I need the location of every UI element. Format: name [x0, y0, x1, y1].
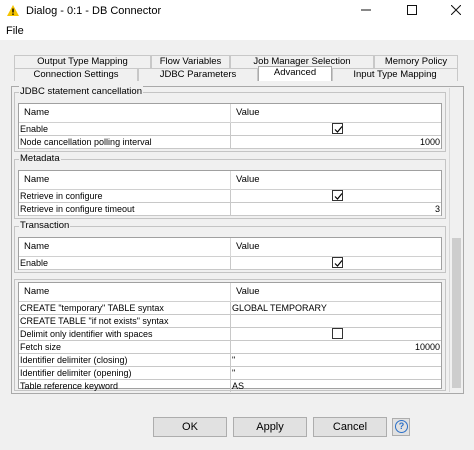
delimit-spaces-checkbox[interactable] — [332, 328, 343, 339]
settings-table: Name Value CREATE "temporary" TABLE synt… — [18, 282, 442, 392]
table-row: Retrieve in configure — [19, 190, 441, 203]
setting-name: Enable — [20, 258, 49, 268]
table-row: Identifier delimiter (closing) " — [19, 354, 441, 367]
tab-advanced[interactable]: Advanced — [258, 66, 332, 81]
group-metadata: Metadata Name Value Retrieve in configur… — [14, 153, 446, 219]
table-row: Delimit only identifier with spaces — [19, 328, 441, 341]
settings-table: Name Value Enable — [18, 237, 442, 270]
column-header-value[interactable]: Value — [236, 107, 260, 118]
table-header: Name Value — [19, 171, 441, 190]
if-not-exists-syntax-value[interactable] — [230, 315, 443, 327]
table-header: Name Value — [19, 283, 441, 302]
enable-transaction-checkbox[interactable] — [332, 257, 343, 268]
group-jdbc-cancellation: JDBC statement cancellation Name Value E… — [14, 86, 446, 152]
vertical-scrollbar[interactable] — [449, 88, 462, 392]
tab-memory-policy[interactable]: Memory Policy — [374, 55, 458, 68]
column-header-value[interactable]: Value — [236, 174, 260, 185]
setting-name: Delimit only identifier with spaces — [20, 329, 153, 339]
column-header-name[interactable]: Name — [24, 286, 49, 297]
retrieve-in-configure-checkbox[interactable] — [332, 190, 343, 201]
setting-name: CREATE TABLE "if not exists" syntax — [20, 316, 169, 326]
menu-bar: File — [0, 24, 474, 40]
tab-jdbc-parameters[interactable]: JDBC Parameters — [138, 68, 258, 81]
setting-name: Identifier delimiter (opening) — [20, 368, 132, 378]
setting-value[interactable] — [230, 123, 443, 135]
setting-name: Retrieve in configure — [20, 191, 103, 201]
setting-value[interactable] — [230, 190, 443, 202]
table-row: CREATE TABLE "if not exists" syntax — [19, 315, 441, 328]
settings-table: Name Value Enable Node cancellation poll… — [18, 103, 442, 149]
setting-value[interactable] — [230, 328, 443, 340]
menu-file[interactable]: File — [6, 25, 24, 37]
title-bar: Dialog - 0:1 - DB Connector — [0, 0, 474, 22]
table-row: Identifier delimiter (opening) " — [19, 367, 441, 380]
cancel-button[interactable]: Cancel — [313, 417, 387, 437]
check-icon — [334, 126, 343, 133]
setting-name: Table reference keyword — [20, 381, 119, 391]
table-row: Fetch size 10000 — [19, 341, 441, 354]
configure-timeout-value[interactable]: 3 — [230, 203, 443, 215]
group-transaction: Transaction Name Value Enable — [14, 220, 446, 273]
setting-name: Enable — [20, 124, 49, 134]
table-row: Enable — [19, 123, 441, 136]
table-row: Node cancellation polling interval 1000 — [19, 136, 441, 149]
help-icon: ? — [395, 420, 408, 433]
table-row: CREATE "temporary" TABLE syntax GLOBAL T… — [19, 302, 441, 315]
settings-table: Name Value Retrieve in configure Retriev… — [18, 170, 442, 216]
window-title: Dialog - 0:1 - DB Connector — [26, 5, 162, 17]
ok-button[interactable]: OK — [153, 417, 227, 437]
table-row: Table reference keyword AS — [19, 380, 441, 393]
column-header-value[interactable]: Value — [236, 286, 260, 297]
table-header: Name Value — [19, 104, 441, 123]
group-title: Metadata — [19, 153, 61, 165]
tab-input-type-mapping[interactable]: Input Type Mapping — [332, 68, 458, 81]
tab-output-type-mapping[interactable]: Output Type Mapping — [14, 55, 151, 68]
setting-name: Identifier delimiter (closing) — [20, 355, 128, 365]
group-misc: Name Value CREATE "temporary" TABLE synt… — [14, 279, 446, 392]
minimize-icon — [361, 9, 371, 11]
setting-name: Node cancellation polling interval — [20, 137, 152, 147]
help-button[interactable]: ? — [392, 418, 410, 436]
fetch-size-value[interactable]: 10000 — [230, 341, 443, 353]
close-icon — [450, 4, 462, 16]
setting-value[interactable] — [230, 257, 443, 269]
column-header-value[interactable]: Value — [236, 241, 260, 252]
setting-name: CREATE "temporary" TABLE syntax — [20, 303, 164, 313]
check-icon — [334, 260, 343, 267]
warning-triangle-icon — [7, 5, 19, 16]
minimize-button[interactable] — [348, 0, 384, 22]
setting-name: Fetch size — [20, 342, 62, 352]
group-title: Transaction — [19, 220, 71, 232]
column-header-name[interactable]: Name — [24, 241, 49, 252]
tab-flow-variables[interactable]: Flow Variables — [151, 55, 230, 68]
delimiter-opening-value[interactable]: " — [230, 367, 443, 379]
apply-button[interactable]: Apply — [233, 417, 307, 437]
tab-connection-settings[interactable]: Connection Settings — [14, 68, 138, 81]
table-row: Enable — [19, 257, 441, 270]
column-header-name[interactable]: Name — [24, 107, 49, 118]
temporary-table-syntax-value[interactable]: GLOBAL TEMPORARY — [230, 302, 443, 314]
delimiter-closing-value[interactable]: " — [230, 354, 443, 366]
table-reference-keyword-value[interactable]: AS — [230, 380, 443, 392]
maximize-icon — [407, 5, 417, 15]
table-header: Name Value — [19, 238, 441, 257]
column-header-name[interactable]: Name — [24, 174, 49, 185]
group-title: JDBC statement cancellation — [19, 86, 143, 98]
close-button[interactable] — [438, 0, 474, 22]
polling-interval-value[interactable]: 1000 — [230, 136, 443, 148]
maximize-button[interactable] — [394, 0, 430, 22]
setting-name: Retrieve in configure timeout — [20, 204, 135, 214]
enable-cancellation-checkbox[interactable] — [332, 123, 343, 134]
check-icon — [334, 193, 343, 200]
scrollbar-thumb[interactable] — [452, 238, 461, 388]
table-row: Retrieve in configure timeout 3 — [19, 203, 441, 216]
